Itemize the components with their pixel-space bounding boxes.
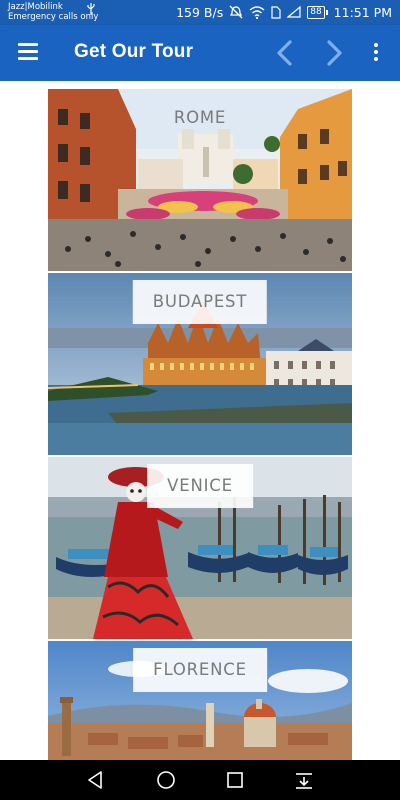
sim-icon	[271, 5, 281, 19]
home-icon[interactable]	[155, 769, 177, 791]
carrier-info: Jazz|Mobilink Emergency calls only	[8, 2, 98, 22]
tour-card-budapest[interactable]: BUDAPEST	[48, 273, 352, 455]
tour-label: BUDAPEST	[132, 280, 268, 324]
system-nav-bar	[0, 760, 400, 800]
status-bar: Jazz|Mobilink Emergency calls only 159 B…	[0, 0, 400, 25]
signal-icon	[287, 6, 301, 18]
tour-card-rome[interactable]: ROME	[48, 89, 352, 271]
carrier-name: Jazz|Mobilink	[8, 2, 63, 12]
tour-label: VENICE	[147, 464, 253, 508]
clock: 11:51 PM	[333, 4, 392, 20]
usb-icon	[87, 3, 95, 15]
tour-card-florence[interactable]: FLORENCE	[48, 641, 352, 760]
tour-label: ROME	[173, 108, 227, 127]
app-bar: Get Our Tour	[0, 25, 400, 81]
page-title: Get Our Tour	[74, 41, 194, 62]
network-speed: 159 B/s	[176, 4, 224, 20]
previous-arrow-icon[interactable]	[272, 39, 298, 67]
tour-card-venice[interactable]: VENICE	[48, 457, 352, 639]
notification-pull-icon[interactable]	[293, 769, 315, 791]
next-arrow-icon[interactable]	[321, 39, 347, 67]
battery-level: 88	[307, 5, 325, 19]
battery-icon: 88	[307, 5, 328, 19]
menu-icon[interactable]	[18, 43, 38, 61]
wifi-icon	[249, 5, 265, 19]
mute-icon	[229, 5, 243, 19]
recents-icon[interactable]	[224, 769, 246, 791]
tour-label: FLORENCE	[133, 648, 267, 692]
tour-list: ROME BUDAPEST VENICE FLORENCE	[0, 81, 400, 760]
more-options-icon[interactable]	[370, 43, 382, 63]
back-icon[interactable]	[85, 769, 107, 791]
emergency-text: Emergency calls only	[8, 12, 99, 22]
